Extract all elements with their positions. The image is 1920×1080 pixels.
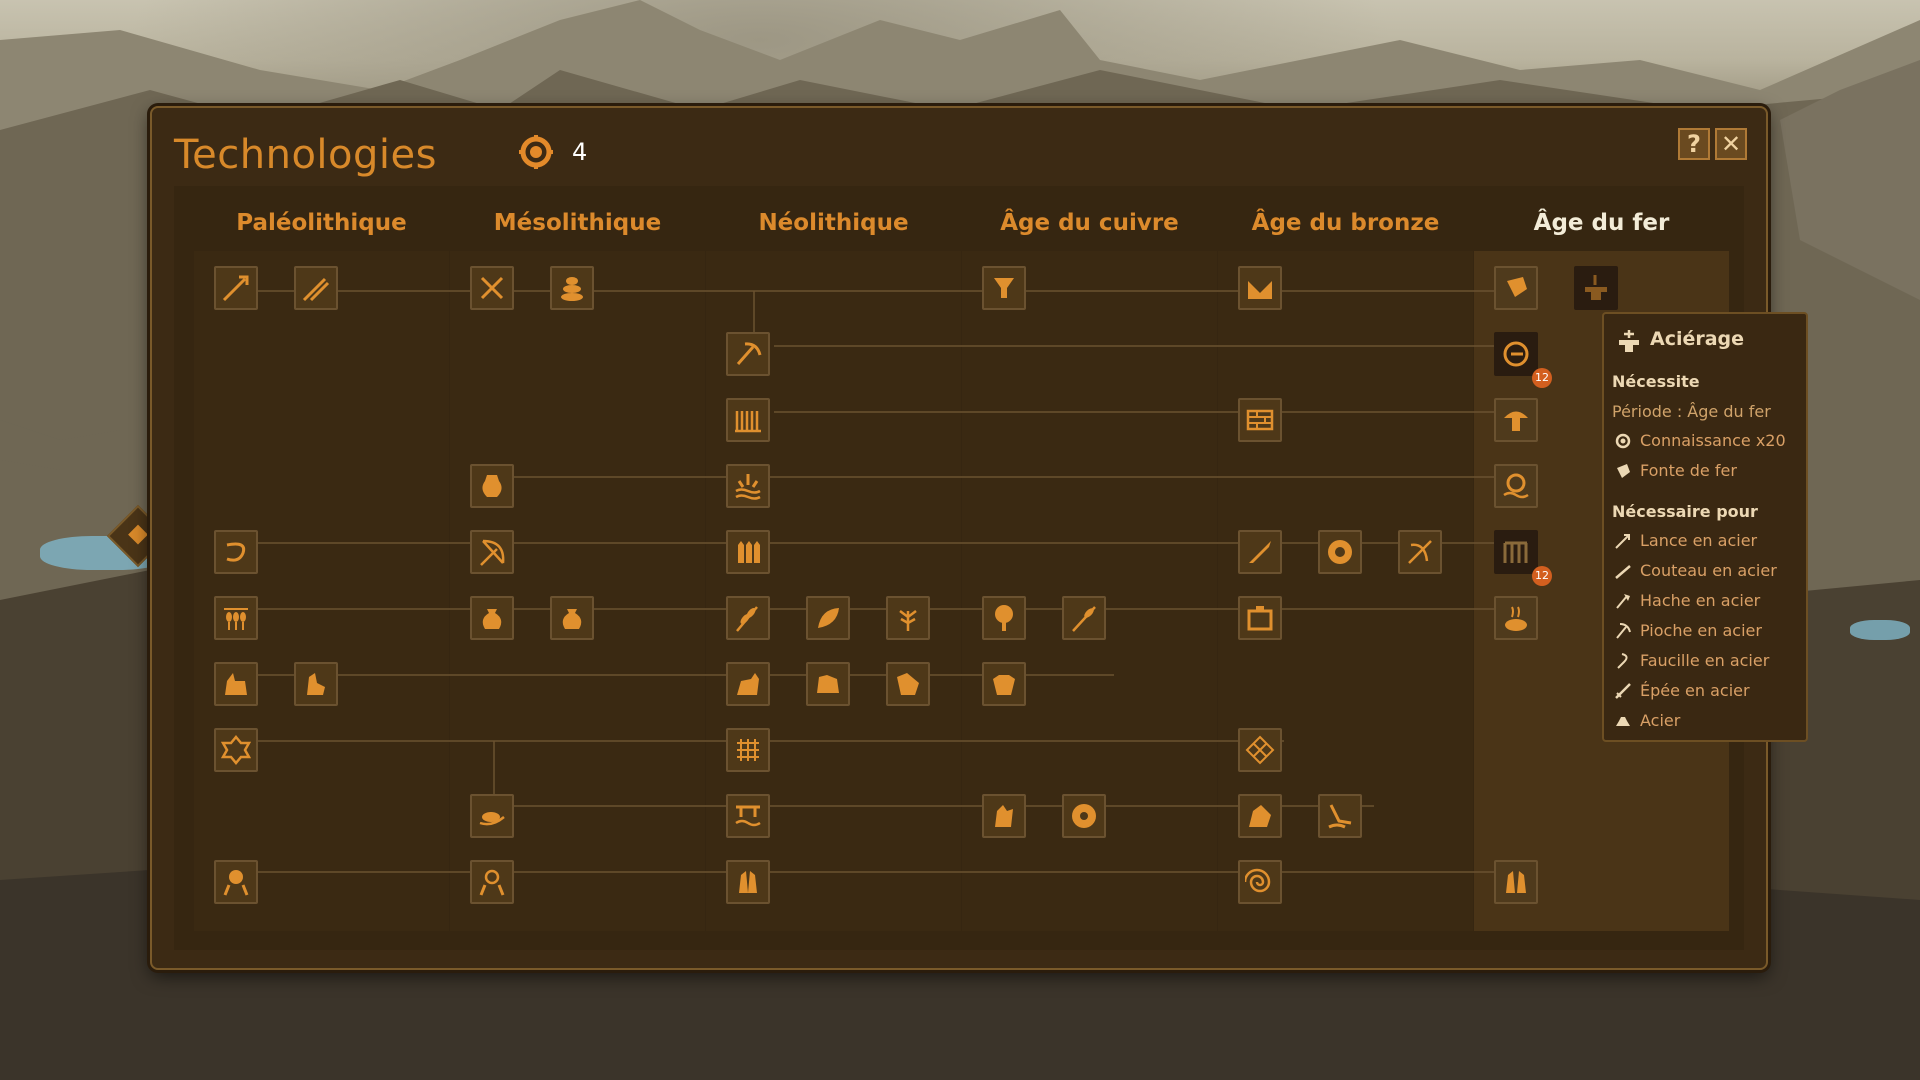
tech-node-sanctuary[interactable] [1494,860,1538,904]
tooltip-unlock: Acier [1640,711,1681,730]
tech-node-spiral[interactable] [1238,860,1282,904]
tech-node-horse[interactable] [982,794,1026,838]
technologies-window: Technologies 4 ? ✕ Paléolithique Mésolit… [150,106,1768,970]
spear-icon [1615,534,1630,549]
tooltip-unlock: Couteau en acier [1640,561,1777,580]
tech-node-dagger[interactable] [1238,530,1282,574]
tech-node-net[interactable] [1238,728,1282,772]
tech-node-hunting-dog[interactable] [294,662,338,706]
tech-node-tools[interactable] [470,266,514,310]
anvil-icon [1619,330,1639,352]
tech-node-stones[interactable] [550,266,594,310]
tech-node-fortification[interactable] [1494,530,1538,574]
tech-node-grain-bag[interactable] [550,596,594,640]
tooltip-period: Période : Âge du fer [1612,402,1771,421]
tech-node-bridge[interactable] [726,794,770,838]
tech-node-water-wheel[interactable] [1494,464,1538,508]
count-badge: 12 [1532,566,1552,586]
smelting-icon [1617,464,1630,478]
tooltip-requires-heading: Nécessite [1612,372,1700,391]
tech-node-crossbow[interactable] [1398,530,1442,574]
tech-node-rituals[interactable] [214,860,258,904]
tech-node-plough[interactable] [1318,794,1362,838]
tech-node-bow[interactable] [470,530,514,574]
tech-node-sheep[interactable] [806,662,850,706]
tech-node-bricks[interactable] [1238,398,1282,442]
tech-node-storage[interactable] [1238,596,1282,640]
knowledge-count: 4 [572,138,588,166]
tooltip-required-for-heading: Nécessaire pour [1612,502,1758,521]
tech-node-weaving[interactable] [726,398,770,442]
count-badge: 12 [1532,368,1552,388]
tech-node-flax[interactable] [886,596,930,640]
tooltip-unlock: Épée en acier [1640,681,1750,700]
tech-node-pottery[interactable] [470,464,514,508]
window-title: Technologies [174,132,437,178]
tech-node-mining[interactable] [726,332,770,376]
tech-node-spear-2[interactable] [294,266,338,310]
tech-node-riding[interactable] [1238,794,1282,838]
knife-icon [1615,565,1631,579]
tech-node-dog[interactable] [214,662,258,706]
pickaxe-icon [1616,623,1631,639]
diamond-icon [128,524,148,545]
tech-node-pig[interactable] [886,662,930,706]
tech-node-mushroom[interactable] [1494,398,1538,442]
tech-tooltip: Aciérage Nécessite Période : Âge du fer … [1602,312,1808,742]
tooltip-title: Aciérage [1650,328,1745,350]
tech-node-legumes[interactable] [806,596,850,640]
tooltip-unlock: Faucille en acier [1640,651,1770,670]
tooltip-unlock: Lance en acier [1640,531,1758,550]
tech-node-wheat[interactable] [726,596,770,640]
tech-node-orchard[interactable] [982,596,1026,640]
tech-node-cattle[interactable] [982,662,1026,706]
tech-node-sun-worship[interactable] [470,860,514,904]
tech-node-irrigation[interactable] [726,464,770,508]
tech-node-rope[interactable] [214,530,258,574]
ingot-icon [1616,717,1630,726]
tooltip-unlock: Pioche en acier [1640,621,1762,640]
tech-node-steelmaking[interactable] [1574,266,1618,310]
knowledge-icon [519,135,553,169]
tech-node-sledge[interactable] [470,794,514,838]
tech-node-bread[interactable] [1494,596,1538,640]
sword-icon [1615,683,1631,699]
tech-node-barley[interactable] [1062,596,1106,640]
knowledge-icon [1615,433,1631,449]
axe-icon [1616,594,1630,609]
tech-node-palisade[interactable] [726,530,770,574]
water-patch [1850,620,1910,640]
tech-node-shield[interactable] [1318,530,1362,574]
help-button[interactable]: ? [1678,128,1710,160]
tooltip-requirement: Connaissance x20 [1640,431,1786,450]
tech-node-bronze-smelting[interactable] [1238,266,1282,310]
sickle-icon [1617,653,1628,669]
tech-node-spear[interactable] [214,266,258,310]
tech-node-iron-mining[interactable] [1494,332,1538,376]
tech-node-textile[interactable] [726,728,770,772]
close-button[interactable]: ✕ [1715,128,1747,160]
tech-node-copper-smelting[interactable] [982,266,1026,310]
tech-node-wheel[interactable] [1062,794,1106,838]
tech-node-iron-smelting[interactable] [1494,266,1538,310]
tech-node-gathering[interactable] [214,596,258,640]
tech-node-seed-bag[interactable] [470,596,514,640]
tooltip-unlock: Hache en acier [1640,591,1761,610]
tech-node-megaliths[interactable] [726,860,770,904]
tech-node-leather[interactable] [214,728,258,772]
tech-node-goat[interactable] [726,662,770,706]
tooltip-requirement: Fonte de fer [1640,461,1737,480]
